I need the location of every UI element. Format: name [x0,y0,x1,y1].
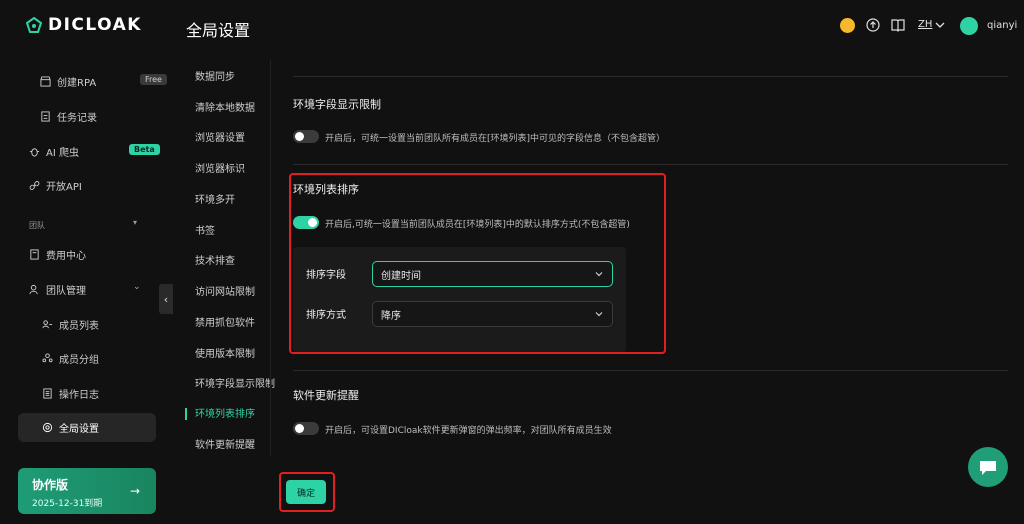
sidebar-item-global-settings[interactable]: 全局设置 [42,417,99,437]
sidebar-item-operation-log[interactable]: 操作日志 [42,383,99,403]
highlight-box-list-sort [289,173,666,354]
divider [293,76,1008,77]
chevron-down-icon[interactable] [935,21,945,29]
sidebar-item-label: 成员列表 [59,320,99,332]
bug-icon [29,146,40,157]
sidebar-item-billing[interactable]: 费用中心 [29,244,86,264]
group-icon [42,352,53,364]
sidebar-item-label: 全局设置 [59,423,99,435]
subnav-item-troubleshooting[interactable]: 技术排查 [195,255,235,269]
logo-text: DICLOAK [48,15,142,35]
sidebar-item-ai-crawler[interactable]: AI 爬虫 Beta [29,141,160,161]
subnav-item-update-reminder[interactable]: 软件更新提醒 [195,439,255,453]
field-display-desc: 开启后，可统一设置当前团队所有成员在[环境列表]中可见的字段信息（不包含超管） [325,134,666,144]
upload-icon[interactable] [866,18,880,32]
sidebar: DICLOAK 创建RPA Free 任务记录 AI 爬虫 Beta 开放API… [0,0,172,524]
field-display-toggle[interactable] [293,130,319,143]
sidebar-item-label: 团队管理 [46,285,86,297]
collapse-sidebar-button[interactable]: ‹ [159,284,173,314]
plan-expiry: 2025-12-31到期 [32,499,103,509]
logo-mark-icon [26,17,42,33]
subnav-item-bookmarks[interactable]: 书签 [195,225,215,239]
sidebar-item-team-management[interactable]: 团队管理 ⌄ [29,279,149,299]
sun-icon[interactable] [840,18,855,33]
username[interactable]: qianyi [987,20,1017,31]
logo[interactable]: DICLOAK [26,15,142,35]
avatar[interactable] [960,17,978,35]
subnav-item-field-display-limit[interactable]: 环境字段显示限制 [195,378,275,392]
plan-promo-card[interactable]: 协作版 2025-12-31到期 → [18,468,156,514]
divider [293,370,1008,371]
log-icon [42,387,53,399]
sidebar-item-label: 开放API [46,181,82,193]
subnav-item-list-sort[interactable]: 环境列表排序 [195,408,255,422]
subnav-divider [270,60,271,456]
section-title-field-display: 环境字段显示限制 [293,98,381,111]
highlight-box-confirm [279,472,335,512]
plan-name: 协作版 [32,478,69,492]
section-label-team: 团队 [29,221,45,230]
page-title: 全局设置 [186,21,251,40]
sidebar-item-label: 任务记录 [57,112,97,124]
settings-icon [42,422,53,433]
beta-badge: Beta [129,144,160,155]
sidebar-item-open-api[interactable]: 开放API [29,175,82,195]
divider [293,164,1008,165]
subnav-item-browser-identity[interactable]: 浏览器标识 [195,163,245,177]
store-icon [40,75,51,87]
subnav-item-clear-local-data[interactable]: 清除本地数据 [195,102,255,116]
update-reminder-toggle[interactable] [293,422,319,435]
subnav-active-indicator [185,408,187,420]
sidebar-item-task-records[interactable]: 任务记录 [40,106,97,126]
subnav-item-multi-open[interactable]: 环境多开 [195,194,235,208]
sidebar-item-label: 创建RPA [57,77,97,89]
bill-icon [29,248,40,260]
sidebar-item-label: 成员分组 [59,354,99,366]
sidebar-item-member-groups[interactable]: 成员分组 [42,348,99,368]
sidebar-item-create-rpa[interactable]: 创建RPA Free [40,71,167,91]
chat-support-button[interactable] [968,447,1008,487]
section-title-update-reminder: 软件更新提醒 [293,389,359,402]
arrow-right-icon: → [129,484,140,498]
sidebar-item-label: 费用中心 [46,250,86,262]
sidebar-item-label: AI 爬虫 [46,147,79,159]
sidebar-item-label: 操作日志 [59,389,99,401]
update-reminder-desc: 开启后，可设置DICloak软件更新弹窗的弹出频率，对团队所有成员生效 [325,426,612,436]
language-switcher[interactable]: ZH [918,19,932,30]
chevron-down-icon: ⌄ [133,282,141,292]
chat-icon [980,461,996,475]
caret-down-icon[interactable]: ▾ [133,218,137,227]
link-icon [29,180,40,191]
book-icon[interactable] [891,18,905,32]
subnav-item-data-sync[interactable]: 数据同步 [195,71,235,85]
subnav-item-browser-settings[interactable]: 浏览器设置 [195,132,245,146]
users-icon [29,284,40,295]
subnav-item-version-limit[interactable]: 使用版本限制 [195,348,255,362]
free-badge: Free [140,74,167,85]
subnav-item-site-access-limit[interactable]: 访问网站限制 [195,286,255,300]
member-list-icon [42,319,53,330]
sidebar-item-member-list[interactable]: 成员列表 [42,314,99,334]
subnav-item-disable-packet-capture[interactable]: 禁用抓包软件 [195,317,255,331]
document-icon [40,110,51,122]
